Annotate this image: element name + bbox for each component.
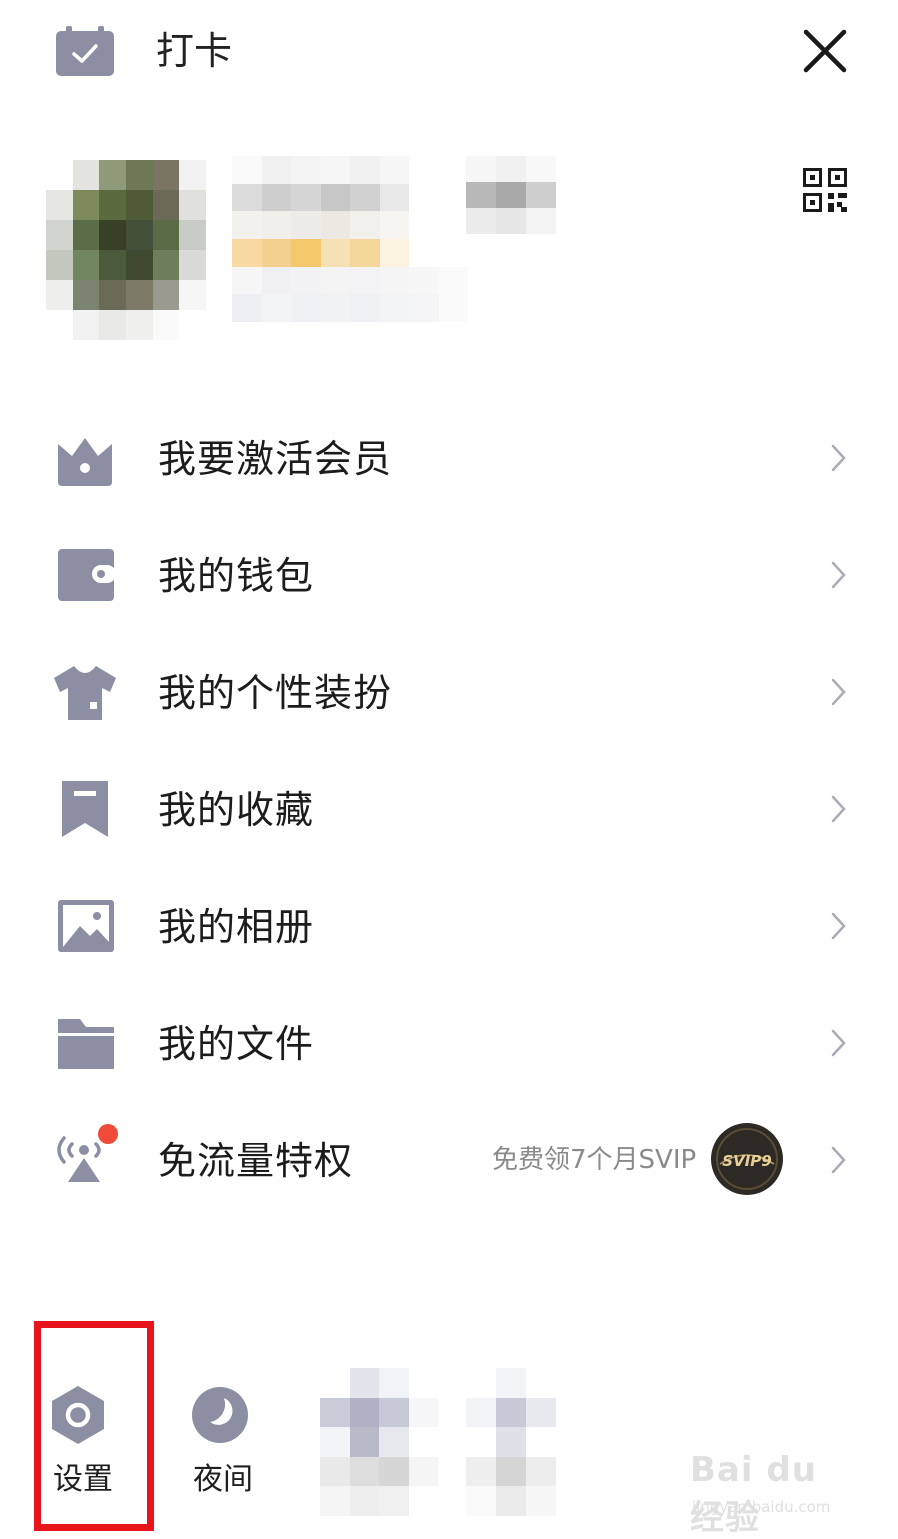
menu-item-album[interactable]: 我的相册 [0,868,898,985]
menu-item-label: 我的相册 [158,905,315,949]
chevron-right-icon [831,678,846,706]
svip-badge-icon: SVIP9 [711,1123,783,1195]
level-badge-blurred [466,156,556,234]
baidu-jingyan-watermark: Bai du 经验 jingyan.baidu.com [690,1450,831,1538]
bookmark-icon [62,781,108,837]
menu-item-favorites[interactable]: 我的收藏 [0,751,898,868]
svg-text:SVIP9: SVIP9 [722,1152,771,1170]
bottom-item-blurred[interactable] [466,1368,556,1516]
chevron-right-icon [831,444,846,472]
menu-item-label: 我的文件 [158,1022,315,1066]
moon-icon [192,1387,248,1443]
qr-code-icon[interactable] [803,168,847,212]
menu-item-label: 免流量特权 [158,1139,354,1183]
chevron-right-icon [831,1146,846,1174]
wallet-icon [58,549,116,601]
menu-item-label: 我的个性装扮 [158,671,393,715]
calendar-check-icon[interactable] [56,26,114,76]
menu-item-label: 我要激活会员 [158,437,393,481]
avatar[interactable] [46,160,206,340]
night-label: 夜间 [193,1462,253,1497]
menu-item-activate-vip[interactable]: 我要激活会员 [0,400,898,517]
highlight-box [34,1321,154,1531]
notification-dot [98,1124,118,1144]
chevron-right-icon [831,561,846,589]
chevron-right-icon [831,912,846,940]
menu-item-free-data[interactable]: 免流量特权 免费领7个月SVIP SVIP9 [0,1102,898,1219]
menu-item-wallet[interactable]: 我的钱包 [0,517,898,634]
photo-icon [58,900,114,952]
night-mode-button[interactable]: 夜间 [168,1382,278,1512]
tshirt-icon [54,666,116,720]
crown-icon [58,438,112,486]
folder-icon [58,1019,114,1069]
close-icon[interactable] [800,26,850,76]
menu-item-label: 我的钱包 [158,554,315,598]
svip-promo-text: 免费领7个月SVIP [492,1145,697,1175]
chevron-right-icon [831,1029,846,1057]
username-blurred [232,156,498,322]
menu-item-theme[interactable]: 我的个性装扮 [0,634,898,751]
bottom-item-blurred[interactable] [320,1368,438,1516]
menu-item-files[interactable]: 我的文件 [0,985,898,1102]
checkin-label[interactable]: 打卡 [156,28,232,74]
signal-tower-icon [57,1124,118,1182]
chevron-right-icon [831,795,846,823]
menu-item-label: 我的收藏 [158,788,315,832]
